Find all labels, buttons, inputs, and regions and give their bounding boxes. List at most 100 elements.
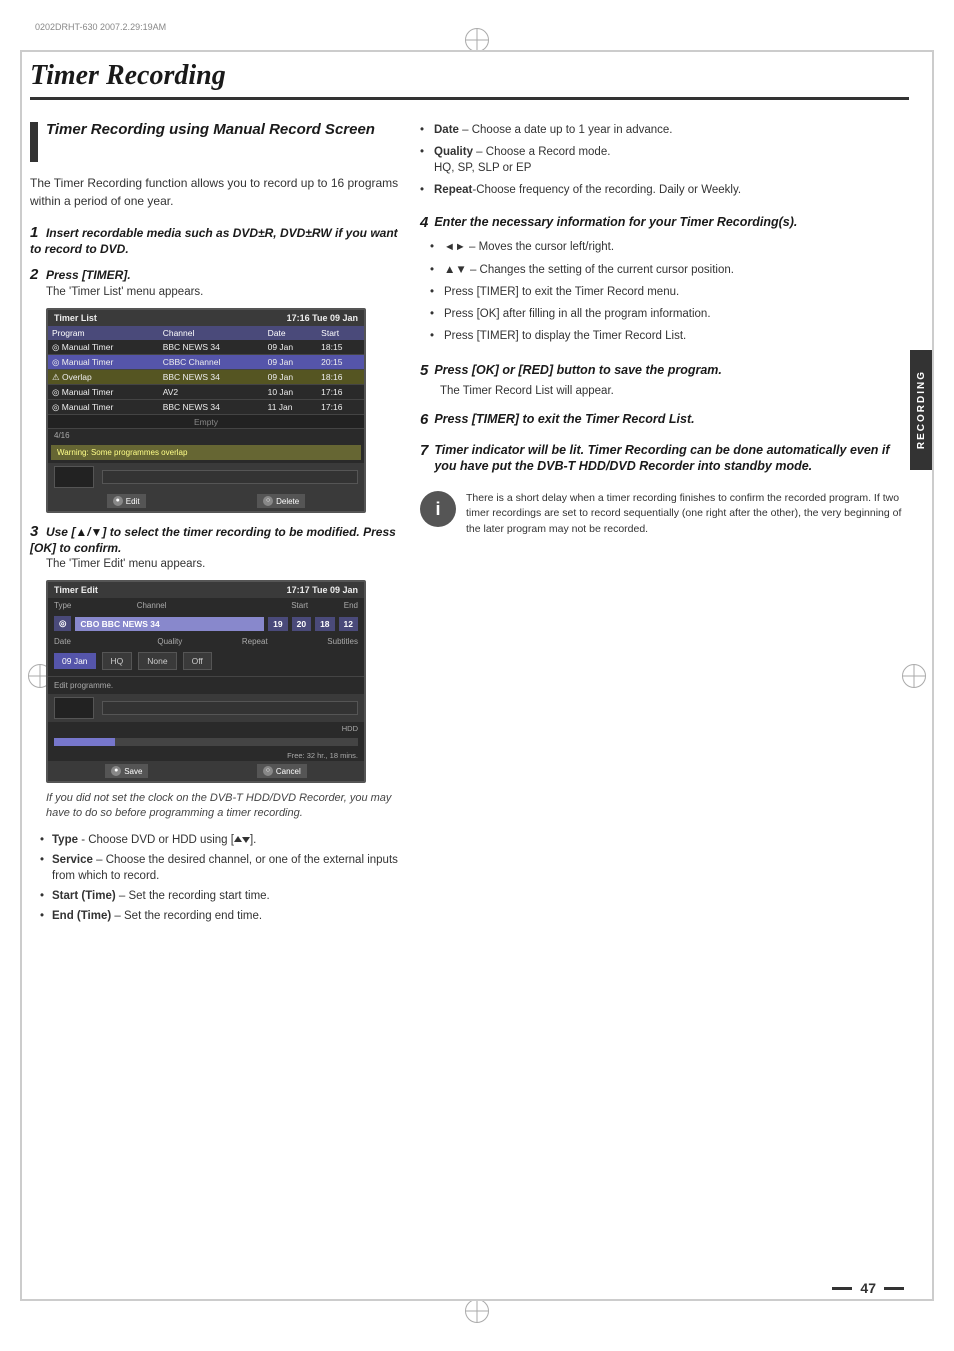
edit-info-bar (102, 701, 358, 715)
page-number: 47 (860, 1280, 876, 1296)
timer-list-header: Timer List 17:16 Tue 09 Jan (48, 310, 364, 326)
step-7: 7 Timer indicator will be lit. Timer Rec… (420, 442, 909, 475)
intro-text: The Timer Recording function allows you … (30, 174, 400, 210)
hdd-label: HDD (342, 724, 358, 733)
page-border-left (20, 50, 22, 1301)
edit-prog-label: Edit programme. (48, 676, 364, 694)
repeat-field-label: Repeat (242, 636, 268, 647)
step-5: 5 Press [OK] or [RED] button to save the… (420, 362, 909, 397)
subtitles-value: Off (183, 652, 212, 670)
note-icon: i (420, 491, 456, 527)
section-heading-text: Timer Recording using Manual Record Scre… (46, 120, 375, 140)
type-channel-row: Type Channel Start End (48, 598, 364, 613)
step-7-number: 7 (420, 442, 428, 459)
step-5-sub: The Timer Record List will appear. (440, 385, 909, 397)
timer-list-screen: Timer List 17:16 Tue 09 Jan Program Chan… (46, 308, 366, 513)
page-num-bar-right (884, 1287, 904, 1290)
page-border-top (20, 50, 934, 52)
type-label: Type (54, 600, 71, 611)
timer-list-table: Program Channel Date Start ◎ Manual Time… (48, 326, 364, 429)
repeat-value: None (138, 652, 176, 670)
quality-value: HQ (102, 652, 133, 670)
timer-edit-screen: Timer Edit 17:17 Tue 09 Jan Type Channel… (46, 580, 366, 783)
table-row: ◎ Manual Timer BBC NEWS 34 11 Jan 17:16 (48, 400, 364, 415)
list-item: Date – Choose a date up to 1 year in adv… (420, 120, 909, 142)
col-date: Date (264, 326, 318, 340)
list-item: Quality – Choose a Record mode.HQ, SP, S… (420, 142, 909, 180)
timer-list-datetime: 17:16 Tue 09 Jan (287, 313, 358, 323)
save-button[interactable]: ● Save (105, 764, 148, 778)
step-4-heading: 4 Enter the necessary information for yo… (420, 214, 909, 231)
subtitles-field-label: Subtitles (327, 636, 358, 647)
step-3-number: 3 (30, 523, 38, 540)
info-bar (102, 470, 358, 484)
save-btn-icon: ● (111, 766, 121, 776)
registration-mark-top (465, 28, 489, 52)
col-start: Start (317, 326, 364, 340)
step-3-sub: The 'Timer Edit' menu appears. (46, 558, 400, 570)
delete-button[interactable]: ○ Delete (257, 494, 305, 508)
right-column: Date – Choose a date up to 1 year in adv… (420, 120, 909, 936)
step-7-text: Timer indicator will be lit. Timer Recor… (434, 442, 909, 475)
start-time-2: 20 (292, 617, 311, 631)
svg-text:i: i (435, 499, 440, 519)
note-text: There is a short delay when a timer reco… (466, 491, 909, 538)
edit-button[interactable]: ● Edit (107, 494, 146, 508)
timer-edit-datetime: 17:17 Tue 09 Jan (287, 585, 358, 595)
end-label: End (344, 600, 358, 611)
cancel-btn-label: Cancel (276, 767, 301, 776)
cancel-btn-icon: ○ (263, 766, 273, 776)
overlap-warning: Warning: Some programmes overlap (51, 445, 361, 460)
edit-progress-bar (54, 738, 358, 746)
step-6-text: Press [TIMER] to exit the Timer Record L… (434, 411, 694, 427)
list-item: Press [TIMER] to display the Timer Recor… (430, 326, 909, 348)
step-4-number: 4 (420, 214, 428, 231)
right-top-list: Date – Choose a date up to 1 year in adv… (420, 120, 909, 202)
step-3-text: Use [▲/▼] to select the timer recording … (30, 525, 396, 555)
list-item: Type - Choose DVD or HDD using []. (40, 830, 400, 850)
date-value: 09 Jan (54, 653, 96, 669)
start-label: Start (291, 600, 308, 611)
save-btn-label: Save (124, 767, 142, 776)
list-item: ▲▼ – Changes the setting of the current … (430, 260, 909, 282)
screen-thumbnail-area (48, 463, 364, 491)
table-row: ⚠ Overlap BBC NEWS 34 09 Jan 18:16 (48, 370, 364, 385)
step-4: 4 Enter the necessary information for yo… (420, 214, 909, 348)
recording-tab-label: RECORDING (916, 370, 927, 449)
page-title: Timer Recording (30, 60, 909, 92)
left-column: Timer Recording using Manual Record Scre… (30, 120, 400, 936)
delete-btn-label: Delete (276, 497, 299, 506)
start-time: 19 (268, 617, 287, 631)
list-item: Press [TIMER] to exit the Timer Record m… (430, 282, 909, 304)
step-3: 3 Use [▲/▼] to select the timer recordin… (30, 523, 400, 570)
list-item: There is a short delay when a timer reco… (466, 491, 909, 538)
timer-edit-header: Timer Edit 17:17 Tue 09 Jan (48, 582, 364, 598)
page-content: Timer Recording Timer Recording using Ma… (30, 60, 909, 1291)
date-quality-values: 09 Jan HQ None Off (48, 649, 364, 673)
left-bullet-list: Type - Choose DVD or HDD using []. Servi… (40, 830, 400, 926)
edit-btn-icon: ● (113, 496, 123, 506)
heading-bar (30, 122, 38, 162)
registration-mark-bottom (465, 1299, 489, 1323)
step-7-heading: 7 Timer indicator will be lit. Timer Rec… (420, 442, 909, 475)
edit-progress-fill (54, 738, 115, 746)
cancel-button[interactable]: ○ Cancel (257, 764, 307, 778)
step-5-text: Press [OK] or [RED] button to save the p… (434, 362, 722, 378)
page-header: Timer Recording (30, 60, 909, 100)
type-channel-values: ◎ CBO BBC NEWS 34 19 20 18 12 (48, 613, 364, 634)
date-quality-labels: Date Quality Repeat Subtitles (48, 634, 364, 649)
page-number-area: 47 (832, 1280, 904, 1296)
section-heading: Timer Recording using Manual Record Scre… (30, 120, 400, 162)
italic-note: If you did not set the clock on the DVB-… (46, 791, 400, 822)
top-metadata: 0202DRHT-630 2007.2.29:19AM (35, 22, 166, 32)
type-value: ◎ (54, 616, 71, 631)
table-row: Empty (48, 415, 364, 429)
step-2-number: 2 (30, 266, 38, 283)
table-row: ◎ Manual Timer AV2 10 Jan 17:16 (48, 385, 364, 400)
step-4-bullets: ◄► – Moves the cursor left/right. ▲▼ – C… (430, 237, 909, 348)
step-4-text: Enter the necessary information for your… (434, 214, 797, 230)
table-row: ◎ Manual Timer CBBC Channel 09 Jan 20:15 (48, 355, 364, 370)
timer-list-title: Timer List (54, 313, 97, 323)
col-channel: Channel (159, 326, 264, 340)
step-5-number: 5 (420, 362, 428, 379)
